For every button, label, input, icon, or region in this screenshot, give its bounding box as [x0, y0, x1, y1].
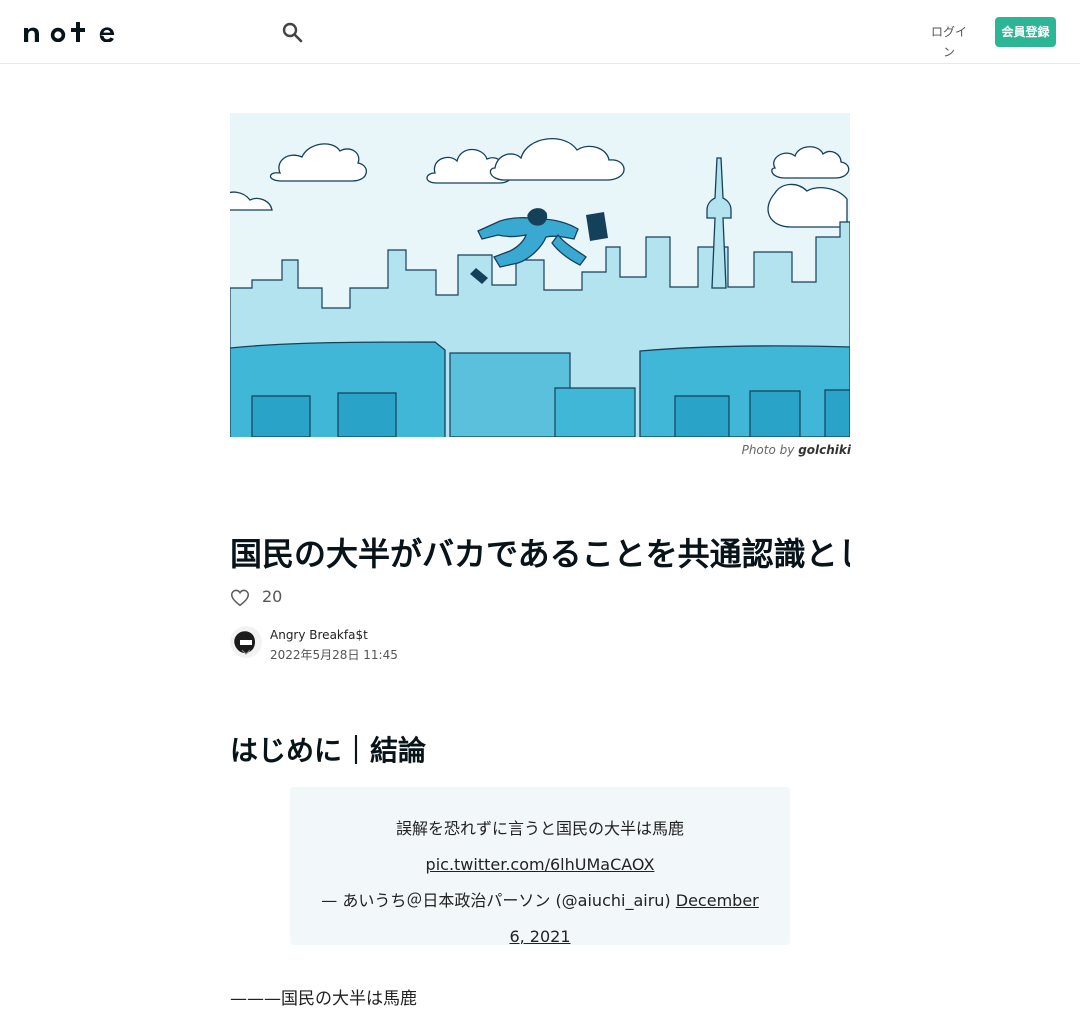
login-link[interactable]: ログイン: [926, 22, 972, 59]
section-heading: はじめに｜結論: [230, 734, 427, 767]
photo-credit: Photo by golchiki: [230, 443, 851, 457]
embedded-tweet: 誤解を恐れずに言うと国民の大半は馬鹿 pic.twitter.com/6lhUM…: [290, 787, 790, 946]
tweet-line-2: — あいうち＠日本政治パーソン (@aiuchi_airu) December …: [320, 883, 760, 955]
body-paragraph: ———国民の大半は馬鹿: [230, 989, 417, 1009]
note-logo[interactable]: [24, 22, 122, 42]
author-name[interactable]: Angry Breakfa$t: [270, 628, 368, 642]
search-icon[interactable]: [280, 20, 304, 44]
post-date: 2022年5月28日 11:45: [270, 648, 398, 662]
signup-button[interactable]: 会員登録: [995, 17, 1056, 47]
tweet-text: 誤解を恐れずに言うと国民の大半は馬鹿: [395, 819, 684, 838]
photo-credit-author[interactable]: golchiki: [798, 443, 851, 457]
tweet-line-1: 誤解を恐れずに言うと国民の大半は馬鹿 pic.twitter.com/6lhUM…: [320, 811, 760, 883]
site-header: ログイン 会員登録: [0, 0, 1080, 64]
photo-credit-prefix: Photo by: [741, 443, 795, 457]
like-count: 20: [262, 587, 283, 606]
author-avatar[interactable]: [230, 626, 262, 658]
article-hero-image: [230, 113, 850, 437]
heart-icon[interactable]: [229, 587, 251, 609]
tweet-pic-link[interactable]: pic.twitter.com/6lhUMaCAOX: [426, 855, 655, 874]
tweet-attribution: — あいうち＠日本政治パーソン (@aiuchi_airu): [321, 891, 671, 910]
article-title: 国民の大半がバカであることを共通認識として民主主義を考える: [230, 535, 850, 573]
